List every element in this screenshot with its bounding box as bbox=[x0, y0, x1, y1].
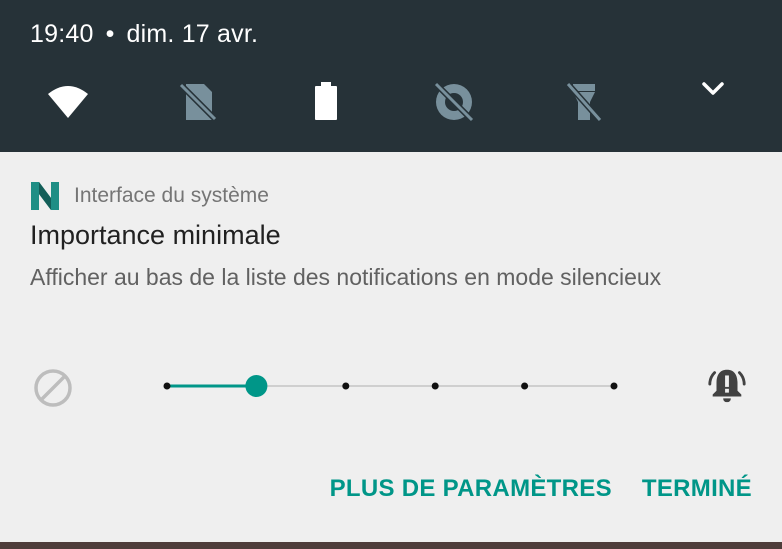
alert-bell-icon bbox=[706, 364, 750, 408]
data-saver-off-icon[interactable] bbox=[432, 80, 476, 124]
status-time: 19:40 bbox=[30, 20, 94, 48]
battery-full-icon[interactable] bbox=[304, 80, 348, 124]
notification-shade-header: 19:40 • dim. 17 avr. bbox=[0, 0, 782, 152]
android-n-logo-icon bbox=[30, 182, 60, 210]
notification-card: Interface du système Importance minimale… bbox=[0, 152, 782, 542]
notification-actions: PLUS DE PARAMÈTRES TERMINÉ bbox=[330, 475, 752, 503]
slider-tick[interactable] bbox=[431, 382, 439, 390]
status-line: 19:40 • dim. 17 avr. bbox=[30, 20, 258, 49]
status-separator: • bbox=[105, 20, 115, 48]
background-strip bbox=[0, 542, 782, 549]
block-icon bbox=[32, 367, 74, 409]
importance-slider[interactable] bbox=[150, 366, 630, 406]
chevron-down-icon[interactable] bbox=[698, 74, 728, 104]
done-button[interactable]: TERMINÉ bbox=[642, 475, 752, 503]
notification-description: Afficher au bas de la liste des notifica… bbox=[30, 264, 662, 290]
wifi-icon[interactable] bbox=[46, 80, 90, 124]
flashlight-off-icon[interactable] bbox=[562, 80, 606, 124]
status-date: dim. 17 avr. bbox=[126, 20, 259, 48]
notification-app-name: Interface du système bbox=[74, 184, 269, 207]
slider-tick[interactable] bbox=[521, 382, 529, 390]
slider-tick[interactable] bbox=[163, 382, 171, 390]
notification-app-row: Interface du système bbox=[30, 182, 269, 210]
more-settings-button[interactable]: PLUS DE PARAMÈTRES bbox=[330, 475, 612, 503]
slider-thumb[interactable] bbox=[245, 375, 268, 397]
slider-tick[interactable] bbox=[342, 382, 350, 390]
slider-tick[interactable] bbox=[610, 382, 618, 390]
notification-title: Importance minimale bbox=[30, 220, 281, 250]
no-sim-icon[interactable] bbox=[176, 80, 220, 124]
